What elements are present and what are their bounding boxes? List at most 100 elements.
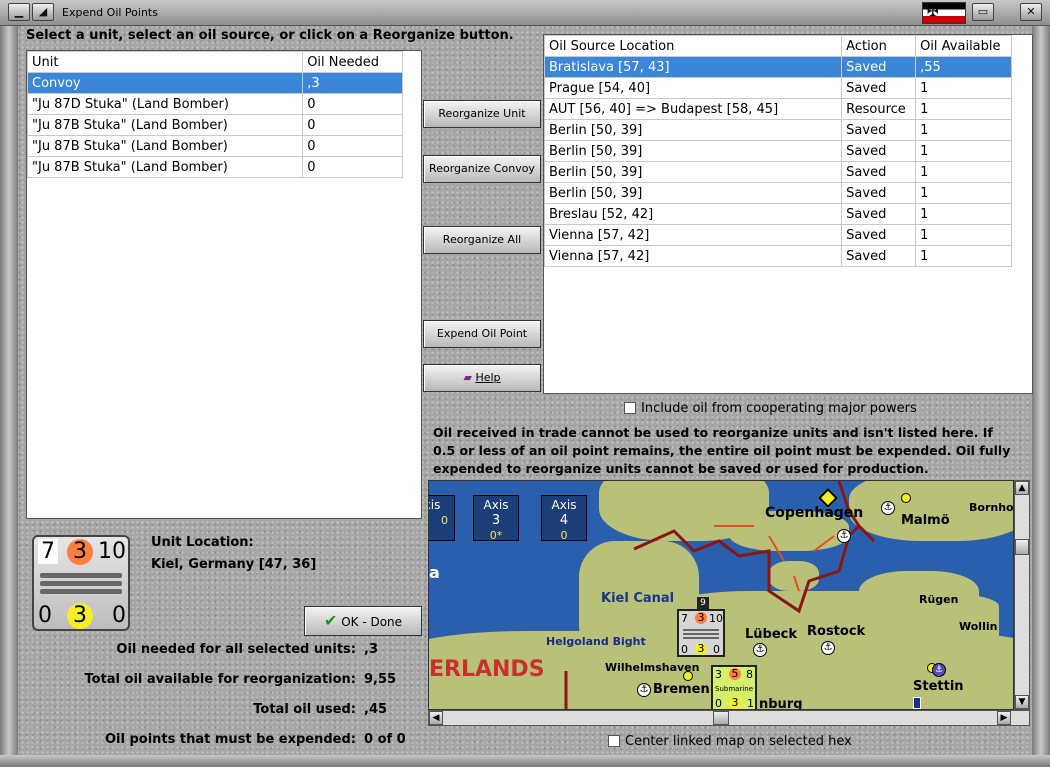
map-unit-counter[interactable]: 7 3 10 0 3 0: [677, 609, 725, 657]
oil-expended-summary-value: 0 of 0: [364, 732, 406, 747]
table-row[interactable]: Vienna [57, 42] Saved 1: [543, 245, 1012, 267]
map-counter-value: 1: [747, 697, 754, 710]
table-row[interactable]: Convoy ,3: [26, 72, 403, 94]
table-row[interactable]: Bratislava [57, 43] Saved ,55: [543, 56, 1012, 78]
table-row[interactable]: Berlin [50, 39] Saved 1: [543, 182, 1012, 204]
german-flag-icon: ✠: [922, 2, 966, 24]
map-label-malmo: Malmö: [901, 513, 950, 528]
help-button[interactable]: ▰ Help: [423, 364, 541, 392]
location-column-header[interactable]: Oil Source Location: [543, 35, 843, 57]
fleet-icon[interactable]: ⚓: [932, 663, 946, 677]
oil-needed-summary-value: ,3: [364, 642, 378, 657]
help-book-icon: ▰: [463, 371, 472, 384]
center-map-checkbox[interactable]: [608, 735, 620, 747]
table-row[interactable]: Prague [54, 40] Saved 1: [543, 77, 1012, 99]
map-horizontal-scrollbar[interactable]: ◀ ▶: [428, 710, 1030, 726]
oil-available-cell: 1: [915, 140, 1012, 162]
action-cell: Saved: [841, 161, 917, 183]
reorganize-unit-button[interactable]: Reorganize Unit: [423, 100, 541, 128]
location-cell: Bratislava [57, 43]: [543, 56, 843, 78]
map-counter-value: 10: [709, 612, 723, 625]
action-column-header[interactable]: Action: [841, 35, 917, 57]
expend-oil-point-button[interactable]: Expend Oil Point: [423, 320, 541, 348]
oil-sources-table: Oil Source Location Action Oil Available…: [543, 35, 1012, 267]
table-row[interactable]: "Ju 87B Stuka" (Land Bomber) 0: [26, 156, 403, 178]
units-list[interactable]: Unit Oil Needed Convoy ,3 "Ju 87D Stuka"…: [26, 50, 422, 519]
scroll-down-icon[interactable]: ▼: [1015, 695, 1029, 709]
table-row[interactable]: Berlin [50, 39] Saved 1: [543, 140, 1012, 162]
oil-available-cell: 1: [915, 203, 1012, 225]
include-oil-label: Include oil from cooperating major power…: [641, 401, 917, 416]
flag-marker-icon: [913, 697, 921, 709]
action-cell: Saved: [841, 56, 917, 78]
table-row[interactable]: "Ju 87B Stuka" (Land Bomber) 0: [26, 135, 403, 157]
map-label-bremen: Bremen: [653, 682, 710, 697]
unit-cell: Convoy: [26, 72, 304, 94]
city-marker-icon[interactable]: [683, 671, 693, 681]
counter-bottom-left: 0: [38, 603, 52, 628]
port-icon[interactable]: ⚓: [837, 529, 851, 543]
action-cell: Saved: [841, 182, 917, 204]
linked-map[interactable]: xis0 Axis30* Axis40 Copenhagen Malmö Bor…: [428, 480, 1014, 710]
unit-column-header[interactable]: Unit: [26, 51, 304, 73]
close-icon[interactable]: ✕: [1020, 3, 1042, 21]
counter-bottom-mid: 3: [67, 603, 93, 629]
location-cell: Berlin [50, 39]: [543, 140, 843, 162]
port-icon[interactable]: ⚓: [753, 643, 767, 657]
ok-done-label: OK - Done: [341, 615, 403, 629]
table-row[interactable]: AUT [56, 40] => Budapest [58, 45] Resourc…: [543, 98, 1012, 120]
table-row[interactable]: "Ju 87D Stuka" (Land Bomber) 0: [26, 93, 403, 115]
help-label: Help: [475, 371, 501, 384]
counter-mid-value: 3: [67, 539, 93, 565]
oil-needed-cell: ,3: [302, 72, 403, 94]
map-label-wollin: Wollin: [959, 620, 998, 633]
action-cell: Saved: [841, 77, 917, 99]
table-row[interactable]: "Ju 87B Stuka" (Land Bomber) 0: [26, 114, 403, 136]
table-row[interactable]: Berlin [50, 39] Saved 1: [543, 119, 1012, 141]
port-icon[interactable]: ⚓: [821, 641, 835, 655]
include-oil-checkbox[interactable]: [624, 402, 636, 414]
axis-box[interactable]: xis0: [429, 495, 455, 541]
oil-available-cell: ,55: [915, 56, 1012, 78]
oil-available-summary-value: 9,55: [364, 672, 397, 687]
axis-box[interactable]: Axis 3 0*: [473, 495, 519, 542]
scroll-left-icon[interactable]: ◀: [429, 711, 443, 725]
counter-attack-value: 7: [38, 539, 58, 564]
reorganize-convoy-button[interactable]: Reorganize Convoy: [423, 155, 541, 183]
axis-box-label: Axis: [483, 498, 509, 512]
oil-sources-list[interactable]: Oil Source Location Action Oil Available…: [543, 34, 1033, 394]
center-map-option[interactable]: Center linked map on selected hex: [608, 734, 852, 749]
instruction-text: Select a unit, select an oil source, or …: [26, 28, 514, 43]
oil-needed-column-header[interactable]: Oil Needed: [302, 51, 403, 73]
axis-box[interactable]: Axis 4 0: [541, 495, 587, 542]
oil-used-summary-label: Total oil used:: [253, 702, 356, 717]
center-map-label: Center linked map on selected hex: [625, 734, 852, 749]
minimize-icon[interactable]: ▁: [8, 3, 30, 21]
oil-available-cell: 1: [915, 182, 1012, 204]
submarine-counter[interactable]: 3 5 8 Submarine 0 3 1: [711, 665, 757, 710]
scroll-thumb[interactable]: [713, 711, 729, 725]
port-icon[interactable]: ⚓: [637, 683, 651, 697]
restore-icon[interactable]: ▭: [972, 3, 994, 21]
table-row[interactable]: Berlin [50, 39] Saved 1: [543, 161, 1012, 183]
include-oil-option[interactable]: Include oil from cooperating major power…: [624, 401, 917, 416]
axis-box-number: 3: [491, 513, 501, 528]
oil-available-cell: 1: [915, 224, 1012, 246]
map-vertical-scrollbar[interactable]: ▲ ▼: [1014, 480, 1030, 710]
map-counter-value: 0: [715, 697, 722, 710]
table-row[interactable]: Vienna [57, 42] Saved 1: [543, 224, 1012, 246]
oil-needed-cell: 0: [302, 135, 403, 157]
oil-available-column-header[interactable]: Oil Available: [915, 35, 1012, 57]
scroll-thumb[interactable]: [1015, 539, 1029, 555]
scroll-right-icon[interactable]: ▶: [997, 711, 1011, 725]
reorganize-all-button[interactable]: Reorganize All: [423, 226, 541, 254]
system-menu-icon[interactable]: ◢: [32, 3, 54, 21]
unit-location-label: Unit Location:: [151, 535, 254, 550]
unit-counter: 7 3 10 0 3 0: [32, 535, 130, 631]
port-icon[interactable]: ⚓: [881, 501, 895, 515]
ok-done-button[interactable]: ✔ OK - Done: [304, 606, 422, 636]
oil-available-cell: 1: [915, 161, 1012, 183]
table-row[interactable]: Breslau [52, 42] Saved 1: [543, 203, 1012, 225]
scroll-up-icon[interactable]: ▲: [1015, 481, 1029, 495]
city-marker-icon[interactable]: [901, 493, 911, 503]
